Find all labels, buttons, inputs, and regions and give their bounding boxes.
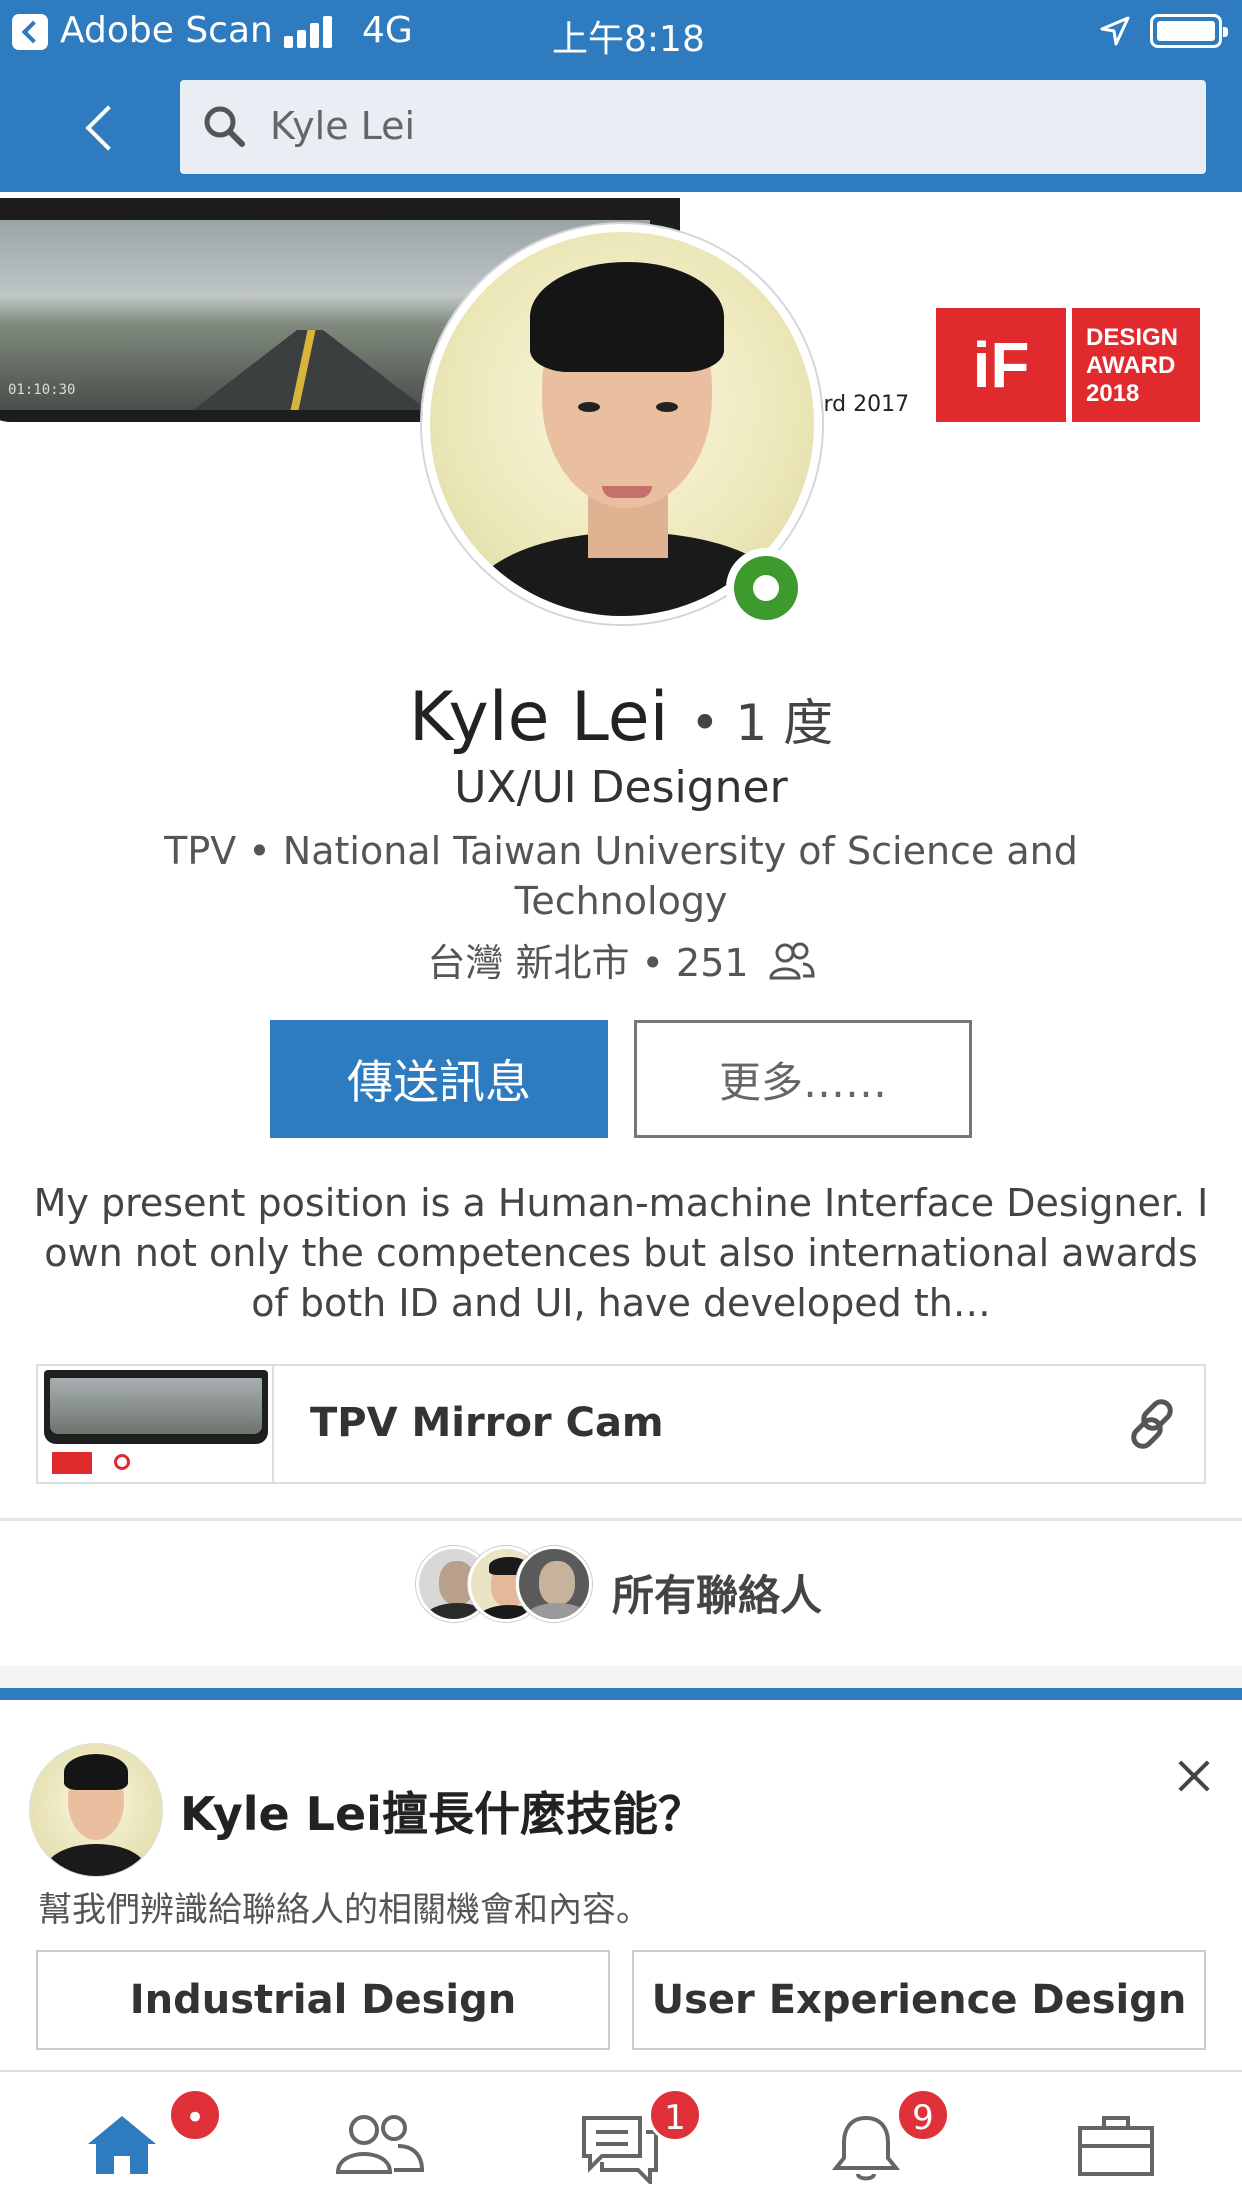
if-design-award-logo: iF DESIGN AWARD 2018 xyxy=(936,308,1200,422)
back-to-app-icon[interactable] xyxy=(12,14,48,50)
nav-bar xyxy=(0,62,1242,192)
skills-prompt-avatar xyxy=(30,1744,162,1876)
battery-icon xyxy=(1150,14,1228,48)
network-type: 4G xyxy=(362,10,413,51)
signal-icon xyxy=(284,14,336,48)
messages-icon xyxy=(582,2116,658,2184)
skills-subtitle: 幫我們辨識給聯絡人的相關機會和內容。 xyxy=(38,1890,650,1930)
skills-question: Kyle Lei擅長什麼技能？ xyxy=(180,1787,704,1841)
profile-headline: UX/UI Designer xyxy=(454,762,788,813)
bottom-tab-bar: • 1 9 xyxy=(0,2070,1242,2208)
clock: 上午8:18 xyxy=(552,19,705,60)
my-network-icon xyxy=(335,2115,425,2174)
connection-avatar xyxy=(516,1546,592,1622)
skills-prompt-card: Kyle Lei擅長什麼技能？ 幫我們辨識給聯絡人的相關機會和內容。 Indus… xyxy=(0,1700,1242,2080)
skill-option-button[interactable]: User Experience Design xyxy=(632,1950,1206,2050)
all-connections-label: 所有聯絡人 xyxy=(612,1571,823,1620)
back-chevron-icon[interactable] xyxy=(70,90,130,160)
home-icon xyxy=(88,2116,156,2174)
media-title: TPV Mirror Cam xyxy=(310,1400,664,1446)
more-button[interactable]: 更多…… xyxy=(634,1020,972,1138)
profile-card: 01:10:30 ard 2017 iF DESIGN AWARD 2018 K… xyxy=(0,192,1242,1666)
home-badge: • xyxy=(168,2088,222,2142)
briefcase-icon xyxy=(1078,2116,1154,2176)
bell-icon xyxy=(831,2115,901,2181)
link-icon xyxy=(1131,1399,1173,1449)
search-box[interactable] xyxy=(180,80,1206,174)
skill-option-button[interactable]: Industrial Design xyxy=(36,1950,610,2050)
profile-company-school: TPV • National Taiwan University of Scie… xyxy=(164,829,1078,923)
all-connections-row[interactable]: 所有聯絡人 xyxy=(0,1532,1242,1642)
send-message-button[interactable]: 傳送訊息 xyxy=(270,1020,608,1138)
close-icon[interactable] xyxy=(1170,1752,1218,1800)
section-separator xyxy=(0,1688,1242,1700)
location-arrow-icon xyxy=(1100,16,1130,46)
tab-messages[interactable]: 1 xyxy=(496,2072,744,2208)
tab-notifications[interactable]: 9 xyxy=(744,2072,992,2208)
profile-name: Kyle Lei • 1 度 xyxy=(408,678,834,757)
media-thumbnail xyxy=(38,1366,274,1482)
notifications-badge: 9 xyxy=(896,2088,950,2142)
tab-jobs[interactable] xyxy=(992,2072,1240,2208)
back-app-name[interactable]: Adobe Scan xyxy=(60,10,273,51)
featured-media-card[interactable]: TPV Mirror Cam xyxy=(36,1364,1206,1484)
banner-mirror-readout: 01:10:30 xyxy=(8,382,76,398)
connection-degree: • 1 度 xyxy=(690,694,834,752)
tab-home[interactable]: • xyxy=(0,2072,248,2208)
search-input[interactable] xyxy=(270,96,1170,156)
divider xyxy=(0,1518,1242,1521)
banner-award-text: ard 2017 xyxy=(810,392,910,417)
profile-location[interactable]: 台灣 新北市 • 251 xyxy=(0,932,1242,987)
search-icon xyxy=(204,106,245,147)
online-status-icon xyxy=(726,548,806,628)
status-bar: Adobe Scan 4G 上午8:18 xyxy=(0,0,1242,62)
tab-network[interactable] xyxy=(248,2072,496,2208)
messages-badge: 1 xyxy=(648,2088,702,2142)
profile-summary[interactable]: My present position is a Human-machine I… xyxy=(30,1178,1212,1328)
connections-icon xyxy=(769,942,815,980)
